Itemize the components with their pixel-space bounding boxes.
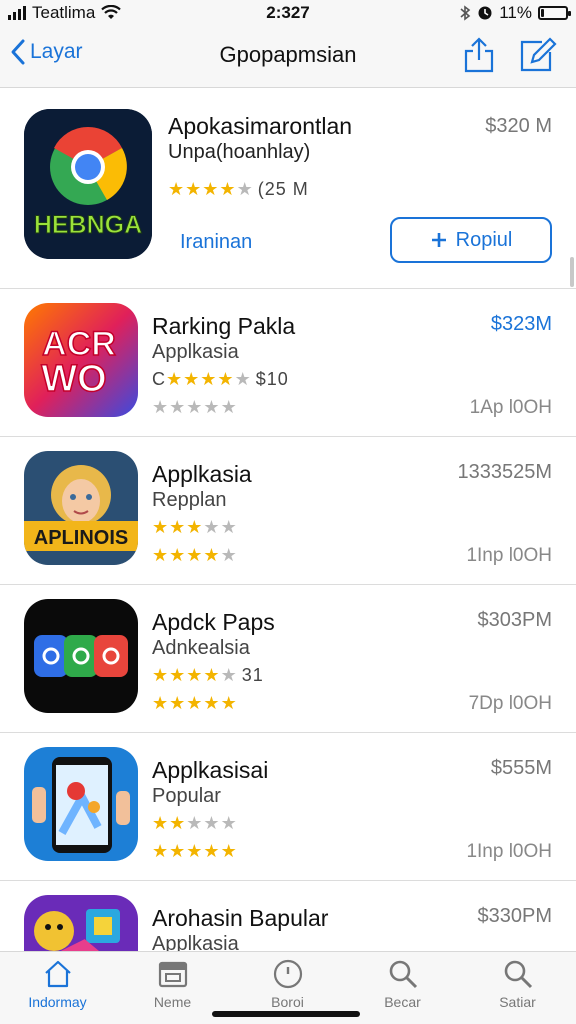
list-item[interactable]: Arohasin Bapular $330PM Applkasia bbox=[0, 881, 576, 951]
app-size: 1Inp l0OH bbox=[466, 841, 552, 862]
rating-stars: ★★★★★ bbox=[152, 665, 238, 685]
rating-stars: ★★★★★ bbox=[166, 369, 252, 389]
rating-stars: ★★★★★ bbox=[152, 397, 238, 417]
featured-app[interactable]: HEBNGA Apokasimarontlan $320 M Unpa(hoan… bbox=[0, 89, 576, 289]
app-subtitle: Adnkealsia bbox=[152, 637, 250, 659]
battery-level bbox=[541, 9, 544, 17]
featured-rating: ★★★★★ (25 M bbox=[168, 179, 309, 200]
app-size: 1Ap l0OH bbox=[469, 397, 552, 418]
tab-calendar[interactable]: Neme bbox=[115, 958, 230, 1010]
tab-label: Indormay bbox=[28, 994, 87, 1010]
aplinois-logo-icon: APLINOIS bbox=[24, 451, 138, 565]
nav-bar: Layar Gpopapmsian bbox=[0, 26, 576, 88]
app-icon[interactable] bbox=[24, 747, 138, 861]
rating-stars: ★★★★★ bbox=[152, 693, 238, 713]
tab-label: Neme bbox=[153, 994, 192, 1010]
compose-button[interactable] bbox=[518, 36, 558, 79]
circles-logo-icon bbox=[24, 599, 138, 713]
search-icon bbox=[389, 960, 417, 989]
compose-icon bbox=[520, 37, 557, 72]
alarm-icon bbox=[478, 6, 492, 20]
app-rating-line-2: ★★★★★ bbox=[152, 545, 238, 566]
chrome-logo-icon: HEBNGA bbox=[24, 109, 152, 259]
app-size: 7Dp l0OH bbox=[468, 693, 552, 714]
tab-label: Becar bbox=[384, 994, 421, 1010]
app-icon[interactable]: ACR WO bbox=[24, 303, 138, 417]
rating-prefix: C bbox=[152, 369, 166, 389]
tab-settings[interactable]: Satiar bbox=[460, 958, 575, 1010]
clock-icon bbox=[273, 959, 302, 989]
app-price: $555M bbox=[490, 757, 552, 779]
tab-search[interactable]: Becar bbox=[345, 958, 460, 1010]
app-subtitle: Applkasia bbox=[152, 933, 239, 951]
app-price: $323M bbox=[490, 313, 552, 335]
rating-stars: ★★★★★ bbox=[152, 841, 238, 861]
share-button[interactable] bbox=[462, 36, 496, 79]
battery-percent: 11% bbox=[499, 3, 532, 22]
featured-info-link[interactable]: Iraninan bbox=[180, 231, 252, 254]
app-icon[interactable] bbox=[24, 895, 138, 951]
app-rating-line: ★★★★★ 31 bbox=[152, 665, 264, 686]
app-name: Applkasia bbox=[152, 461, 252, 487]
featured-app-name: Apokasimarontlan bbox=[168, 113, 353, 139]
share-icon bbox=[464, 37, 494, 73]
get-button[interactable]: Ropiul bbox=[390, 217, 552, 263]
game-logo-icon bbox=[24, 895, 138, 951]
app-rating-line-2: ★★★★★ bbox=[152, 841, 238, 862]
featured-rating-count: (25 M bbox=[257, 179, 309, 199]
status-right: 11% bbox=[459, 3, 571, 23]
list-item[interactable]: APLINOIS Applkasia 1333525M Repplan ★★★★… bbox=[0, 437, 576, 585]
calendar-icon bbox=[158, 961, 187, 988]
app-name: Arohasin Bapular bbox=[152, 905, 329, 931]
app-subtitle: Repplan bbox=[152, 489, 227, 511]
featured-app-subtitle: Unpa(hoanhlay) bbox=[168, 141, 311, 163]
app-subtitle: Applkasia bbox=[152, 341, 239, 363]
list-item[interactable]: ACR WO Rarking Pakla $323M Applkasia C★★… bbox=[0, 289, 576, 437]
home-icon bbox=[44, 960, 71, 988]
list-item[interactable]: Apdck Paps $303PM Adnkealsia ★★★★★ 31 ★★★… bbox=[0, 585, 576, 733]
app-icon[interactable]: APLINOIS bbox=[24, 451, 138, 565]
featured-app-price: $320 M bbox=[485, 115, 552, 137]
app-subtitle: Popular bbox=[152, 785, 221, 807]
app-rating-line: ★★★★★ bbox=[152, 517, 238, 538]
rating-count: $10 bbox=[255, 369, 289, 389]
app-rating-line: C★★★★★ $10 bbox=[152, 369, 289, 390]
rating-count: 31 bbox=[241, 665, 264, 685]
svg-text:HEBNGA: HEBNGA bbox=[34, 211, 142, 239]
status-bar: Teatlima 2:327 11% bbox=[0, 0, 576, 26]
app-rating-line-2: ★★★★★ bbox=[152, 693, 238, 714]
tab-label: Satiar bbox=[499, 994, 536, 1010]
maps-logo-icon bbox=[24, 747, 138, 861]
app-name: Applkasisai bbox=[152, 757, 269, 783]
app-name: Apdck Paps bbox=[152, 609, 275, 635]
acr-wo-logo-icon: ACR WO bbox=[24, 303, 138, 417]
app-name: Rarking Pakla bbox=[152, 313, 296, 339]
rating-stars: ★★★★★ bbox=[152, 545, 238, 565]
chrome-app-icon[interactable]: HEBNGA bbox=[24, 109, 152, 259]
app-price: $330PM bbox=[477, 905, 553, 927]
app-rating-line: ★★★★★ bbox=[152, 813, 238, 834]
app-rating-line-2: ★★★★★ bbox=[152, 397, 238, 418]
bluetooth-icon bbox=[460, 5, 471, 21]
svg-text:WO: WO bbox=[41, 358, 106, 400]
get-button-label: Ropiul bbox=[455, 228, 513, 251]
app-price: $303PM bbox=[477, 609, 553, 631]
tab-label: Boroi bbox=[271, 994, 304, 1010]
rating-stars: ★★★★★ bbox=[168, 179, 254, 199]
search-icon bbox=[504, 960, 532, 989]
app-icon[interactable] bbox=[24, 599, 138, 713]
scroll-indicator bbox=[570, 257, 574, 287]
rating-stars: ★★★★★ bbox=[152, 517, 238, 537]
tab-clock[interactable]: Boroi bbox=[230, 958, 345, 1010]
tab-home[interactable]: Indormay bbox=[0, 958, 115, 1010]
battery-icon bbox=[538, 6, 571, 20]
app-size: 1Inp l0OH bbox=[466, 545, 552, 566]
app-price: 1333525M bbox=[457, 461, 552, 483]
app-list[interactable]: HEBNGA Apokasimarontlan $320 M Unpa(hoan… bbox=[0, 89, 576, 951]
rating-stars: ★★★★★ bbox=[152, 813, 238, 833]
home-indicator bbox=[212, 1011, 360, 1017]
list-item[interactable]: Applkasisai $555M Popular ★★★★★ ★★★★★ 1I… bbox=[0, 733, 576, 881]
svg-text:APLINOIS: APLINOIS bbox=[34, 527, 128, 549]
plus-icon bbox=[431, 233, 446, 247]
